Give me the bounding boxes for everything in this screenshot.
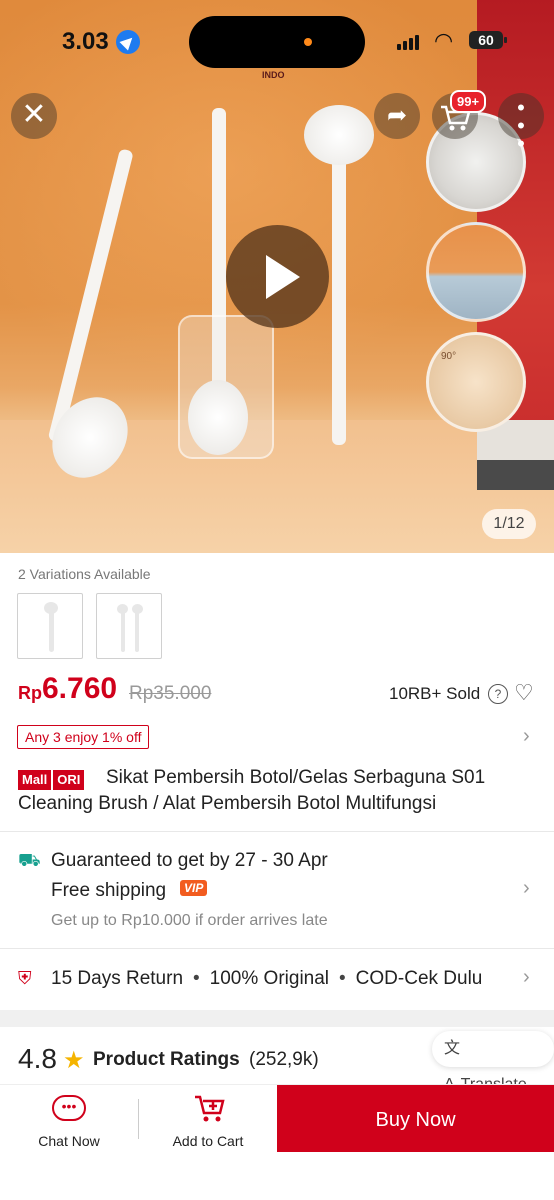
clock: 3.03 [62, 28, 109, 55]
product-media[interactable]: INDO 90° 1/12 [0, 0, 554, 553]
ratings-heading: Product Ratings [93, 1049, 240, 1070]
divider [0, 831, 554, 832]
wifi-icon: ◠ [434, 28, 454, 53]
location-arrow-icon [116, 30, 140, 54]
cart-count-badge: 99+ [450, 90, 487, 113]
chat-icon: ••• [52, 1095, 86, 1121]
media-thumb-3[interactable]: 90° [426, 332, 526, 432]
section-gap [0, 1010, 554, 1027]
chat-now-button[interactable]: ••• Chat Now [0, 1085, 138, 1153]
variation-option-2[interactable] [96, 593, 162, 659]
ratings-count: (252,9k) [249, 1049, 319, 1070]
star-icon: ★ [63, 1047, 85, 1074]
rating-value: 4.8 [18, 1043, 57, 1074]
media-thumb-2[interactable] [426, 222, 526, 322]
play-video-button[interactable] [226, 225, 329, 328]
truck-icon: ⛟ [18, 850, 41, 870]
variation-option-1[interactable] [17, 593, 83, 659]
original-price: Rp35.000 [129, 683, 212, 704]
more-options-icon[interactable]: • • • [498, 93, 544, 155]
home-indicator-area [0, 1152, 554, 1200]
image-counter: 1/12 [482, 509, 536, 539]
dynamic-island [189, 16, 365, 68]
price-value: 6.760 [42, 672, 118, 705]
variations-label: 2 Variations Available [18, 566, 151, 582]
share-icon[interactable]: ➦ [374, 93, 420, 139]
chevron-right-icon[interactable]: › [523, 725, 530, 748]
add-to-cart-button[interactable]: Add to Cart [139, 1085, 277, 1153]
shield-icon: ⛨ [18, 968, 32, 988]
free-shipping-label: Free shipping [51, 880, 167, 901]
product-title: Sikat Pembersih Botol/Gelas Serbaguna S0… [18, 767, 486, 814]
divider [0, 948, 554, 949]
help-icon[interactable]: ? [488, 684, 508, 704]
signal-icon [397, 32, 421, 50]
translate-button[interactable]: 文ATranslate [432, 1031, 554, 1093]
sold-count: 10RB+ Sold [389, 684, 481, 703]
brush-head [188, 380, 248, 455]
brush-handle [332, 140, 346, 445]
heart-icon[interactable]: ♡ [514, 680, 534, 706]
late-compensation: Get up to Rp10.000 if order arrives late [51, 912, 328, 929]
promo-tag[interactable]: Any 3 enjoy 1% off [17, 725, 150, 749]
status-bar: 3.03 ◠ 60 [0, 0, 554, 80]
cart-plus-icon [193, 1093, 227, 1130]
close-icon[interactable]: ✕ [11, 93, 57, 139]
service-guarantees[interactable]: 15 Days Return • 100% Original • COD-Cek Dul… [51, 968, 482, 990]
chevron-right-icon[interactable]: › [523, 966, 530, 989]
chevron-right-icon[interactable]: › [523, 877, 530, 900]
price-currency: Rp [18, 683, 42, 703]
delivery-guarantee: Guaranteed to get by 27 - 30 Apr [51, 850, 328, 871]
brush-head [304, 105, 374, 165]
vip-badge: VIP [180, 880, 208, 896]
battery-icon: 60 [469, 31, 507, 49]
buy-now-button[interactable]: Buy Now [277, 1085, 554, 1153]
bottom-action-bar: ••• Chat Now Add to Cart Buy Now [0, 1084, 554, 1153]
